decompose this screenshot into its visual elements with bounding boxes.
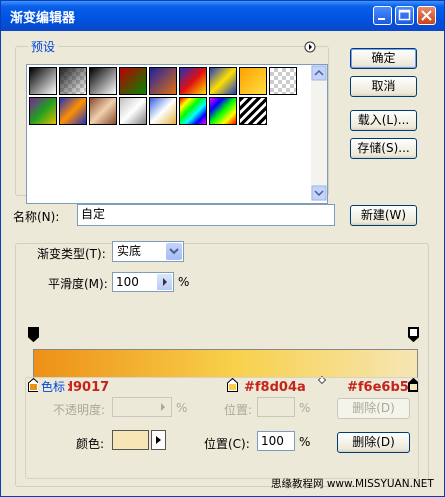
maximize-icon bbox=[398, 9, 411, 21]
color-label: 颜色: bbox=[76, 437, 105, 451]
gradient-type-label: 渐变类型(T): bbox=[34, 245, 109, 262]
color-position-label: 位置(C): bbox=[204, 437, 250, 451]
color-position-unit: % bbox=[299, 435, 311, 449]
presets-label: 预设 bbox=[28, 38, 59, 55]
preset-swatch[interactable] bbox=[29, 67, 57, 95]
smoothness-input[interactable]: 100 bbox=[112, 272, 174, 292]
preset-swatch[interactable] bbox=[269, 67, 297, 95]
preset-swatch[interactable] bbox=[209, 97, 237, 125]
opacity-label: 不透明度: bbox=[53, 403, 106, 417]
close-icon bbox=[421, 10, 432, 21]
name-label: 名称(N): bbox=[13, 210, 60, 224]
chevron-down-icon bbox=[169, 248, 179, 255]
opacity-stop-right[interactable] bbox=[408, 327, 419, 342]
preset-swatch-list[interactable] bbox=[26, 64, 328, 204]
preset-swatch[interactable] bbox=[119, 67, 147, 95]
delete-opacity-stop-button[interactable]: 删除(D) bbox=[337, 398, 410, 419]
preset-swatch[interactable] bbox=[239, 67, 267, 95]
minimize-button[interactable] bbox=[373, 6, 392, 25]
chevron-right-icon bbox=[161, 403, 165, 411]
ok-button[interactable]: 确定 bbox=[350, 48, 417, 69]
preset-swatch[interactable] bbox=[149, 97, 177, 125]
gradient-preview-bar[interactable] bbox=[33, 349, 418, 378]
color-swatch-well[interactable] bbox=[112, 430, 149, 450]
presets-menu-icon[interactable] bbox=[304, 41, 316, 53]
window-title: 渐变编辑器 bbox=[10, 11, 76, 26]
chevron-right-icon bbox=[163, 278, 167, 286]
watermark-text: 思缘教程网 www.MISSYUAN.NET bbox=[271, 478, 434, 490]
smoothness-value: 100 bbox=[116, 275, 139, 289]
opacity-input[interactable] bbox=[112, 397, 172, 417]
gradient-editor-window: 渐变编辑器 预设 确定 取消 载入(L)... 存储(S)... 名称(N): … bbox=[0, 0, 445, 497]
color-stops-label: 色标 bbox=[38, 378, 69, 395]
save-button[interactable]: 存储(S)... bbox=[350, 138, 417, 159]
preset-swatch[interactable] bbox=[59, 97, 87, 125]
color-picker-button[interactable] bbox=[151, 430, 166, 450]
preset-swatch[interactable] bbox=[179, 67, 207, 95]
smoothness-slider-button[interactable] bbox=[157, 274, 172, 290]
opacity-position-input[interactable] bbox=[257, 397, 295, 417]
cancel-button[interactable]: 取消 bbox=[350, 76, 417, 97]
opacity-position-unit: % bbox=[299, 401, 311, 415]
preset-swatch[interactable] bbox=[119, 97, 147, 125]
preset-swatch[interactable] bbox=[179, 97, 207, 125]
preset-swatch[interactable] bbox=[59, 67, 87, 95]
opacity-position-label: 位置: bbox=[224, 403, 253, 417]
minimize-icon bbox=[378, 18, 385, 20]
opacity-stop-left[interactable] bbox=[28, 327, 39, 342]
dropdown-button[interactable] bbox=[166, 243, 182, 260]
preset-swatch[interactable] bbox=[239, 97, 267, 125]
color-swatch-fill bbox=[113, 431, 148, 449]
preset-swatch[interactable] bbox=[209, 67, 237, 95]
opacity-unit: % bbox=[176, 401, 188, 415]
chevron-right-icon bbox=[156, 436, 161, 444]
preset-scrollbar[interactable] bbox=[311, 65, 327, 201]
preset-swatch[interactable] bbox=[89, 67, 117, 95]
load-button[interactable]: 载入(L)... bbox=[350, 110, 417, 131]
smoothness-label: 平滑度(M): bbox=[48, 277, 108, 291]
preset-swatch[interactable] bbox=[89, 97, 117, 125]
preset-swatch[interactable] bbox=[29, 97, 57, 125]
delete-color-stop-button[interactable]: 删除(D) bbox=[337, 432, 410, 453]
title-bar[interactable]: 渐变编辑器 bbox=[1, 1, 444, 31]
dialog-body: 预设 确定 取消 载入(L)... 存储(S)... 名称(N): 自定 新建(… bbox=[4, 31, 441, 493]
color-position-input[interactable]: 100 bbox=[257, 431, 295, 451]
smoothness-unit: % bbox=[178, 275, 190, 289]
maximize-button[interactable] bbox=[395, 6, 414, 25]
name-input[interactable]: 自定 bbox=[77, 204, 335, 226]
preset-swatch[interactable] bbox=[149, 67, 177, 95]
close-button[interactable] bbox=[417, 6, 436, 25]
new-button[interactable]: 新建(W) bbox=[350, 205, 417, 226]
gradient-type-value: 实底 bbox=[117, 244, 142, 258]
color-stops-group: 色标 bbox=[25, 377, 419, 479]
opacity-slider-button[interactable] bbox=[155, 399, 170, 415]
gradient-type-select[interactable]: 实底 bbox=[112, 241, 184, 262]
